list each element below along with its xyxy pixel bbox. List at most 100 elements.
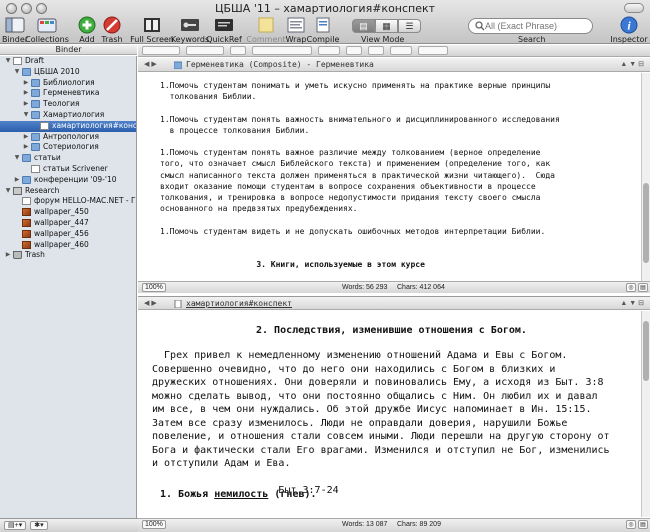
binder-item-label: Сотериология [43,142,99,152]
disclosure-triangle-icon[interactable]: ▶ [4,250,12,261]
binder-item[interactable]: форум HELLO-MAC.NET - Глав... [0,196,136,207]
fold-icon [31,100,40,109]
disclosure-triangle-icon[interactable]: ▶ [22,99,30,110]
binder-item[interactable]: wallpaper_456 [0,229,136,240]
binder-item[interactable]: ▶ Сотериология [0,142,136,153]
binder-item[interactable]: wallpaper_447 [0,218,136,229]
top-split-button[interactable]: ▤ [638,283,648,292]
top-editor-scrollbar[interactable] [641,73,650,281]
disclosure-triangle-icon[interactable]: ▶ [22,132,30,143]
binder-item[interactable]: wallpaper_460 [0,240,136,251]
binder-item[interactable]: ▶ Библиология [0,78,136,89]
top-target-button[interactable]: ◎ [626,283,636,292]
disclosure-triangle-icon[interactable]: ▶ [22,142,30,153]
top-char-count: Chars: 412 064 [397,284,445,291]
fold-icon [22,154,31,163]
top-editor-text[interactable]: 1.Помочь студентам понимать и уметь иску… [138,73,641,281]
view-mode-document-segment[interactable]: ▤ [352,19,375,33]
quickref-icon [214,16,234,34]
text-line: Грех привел к немедленному изменению отн… [152,350,568,361]
full-screen-button[interactable]: Full Screen [130,16,174,44]
trash-button[interactable]: Trash [91,16,133,44]
text-line: в процессе толкования Библии. [160,125,310,135]
alignment-select[interactable] [318,46,340,55]
font-style-select[interactable] [186,46,224,55]
bottom-editor-nav-buttons[interactable]: ▲ ▼ ⊟ [620,297,644,311]
disclosure-triangle-icon[interactable]: ▶ [22,78,30,89]
binder-action-menu-button[interactable]: ✱▾ [30,521,48,530]
binder-item[interactable]: хамартиология#конспект [0,120,136,132]
view-mode-corkboard-segment[interactable]: ▦ [375,19,398,33]
fold-icon [31,132,40,141]
disclosure-triangle-icon[interactable]: ▶ [13,175,21,186]
search-input[interactable] [485,21,585,31]
disclosure-triangle-icon[interactable]: ▼ [13,153,21,164]
search-icon [475,21,485,31]
search-field[interactable] [468,18,593,34]
top-zoom-select[interactable]: 100% [142,283,166,292]
text-line: 1.Помочь студентам видеть и не допускать… [160,226,546,236]
disclosure-triangle-icon[interactable]: ▼ [22,110,30,121]
quickref-button[interactable]: QuickRef [203,16,245,44]
binder-item[interactable]: wallpaper_450 [0,207,136,218]
binder-item[interactable]: ▼ статьи [0,153,136,164]
binder-item-label: статьи [34,153,61,163]
binder-add-menu-button[interactable]: ▤+▾ [4,521,27,530]
subheading-prefix: 1. Божья [160,489,215,500]
toolbar-toggle-button[interactable] [624,3,644,13]
inspector-button[interactable]: i Inspector [608,16,650,44]
bottom-zoom-select[interactable]: 100% [142,520,166,529]
text-line: повеление, и отношения стали совсем иным… [152,431,610,442]
binder-item-label: Антропология [43,131,99,141]
history-arrows[interactable]: ◀ ▶ [144,58,157,72]
text-line: 1.Помочь студентам понимать и уметь иску… [160,81,551,90]
format-bar [138,45,650,57]
binder-item-label: wallpaper_447 [34,217,89,227]
img-icon [22,229,31,238]
top-editor-nav-buttons[interactable]: ▲ ▼ ⊟ [620,58,644,72]
binder-item[interactable]: ▼ Research [0,186,136,197]
img-icon [22,240,31,249]
disclosure-triangle-icon[interactable]: ▼ [4,186,12,197]
list-select[interactable] [418,46,448,55]
binder-item-label: Draft [25,56,44,65]
binder-item[interactable]: ▶ Антропология [0,132,136,143]
compile-button[interactable]: Compile [302,16,344,44]
document-icon [174,300,182,308]
binder-item-label: Хамартиология [43,109,105,119]
highlight-button[interactable] [368,46,384,55]
history-arrows[interactable]: ◀ ▶ [144,297,157,311]
bottom-editor-scrollbar[interactable] [641,311,650,517]
formatting-buttons[interactable] [252,46,312,55]
binder-item[interactable]: ▶ Trash [0,250,136,261]
binder-icon [5,16,25,34]
binder-item[interactable]: статьи Scrivener [0,164,136,175]
font-family-select[interactable] [142,46,180,55]
bottom-split-button[interactable]: ▤ [638,520,648,529]
bottom-target-button[interactable]: ◎ [626,520,636,529]
disclosure-triangle-icon[interactable]: ▼ [13,67,21,78]
binder-item[interactable]: ▼ Хамартиология [0,110,136,121]
text-line: того, что означает смысл Библейского тек… [160,159,551,169]
font-size-select[interactable] [230,46,246,55]
binder-item[interactable]: ▶ Герменевтика [0,88,136,99]
no-entry-icon [102,16,122,34]
text-color-button[interactable] [346,46,362,55]
composite-folder-icon [174,61,182,69]
binder-item[interactable]: ▶ конференции '09-'10 [0,175,136,186]
binder-item[interactable]: ▼ ЦБША 2010 [0,67,136,78]
trash-icon [13,251,22,260]
text-line: Затем все сразу изменилось. Люди не опра… [152,417,568,429]
disclosure-triangle-icon[interactable]: ▼ [4,56,12,67]
collections-button[interactable]: Collections [25,16,69,44]
binder-item[interactable]: ▼ Draft [0,56,136,67]
text-line: смысл написанного текста должен применят… [160,170,555,180]
line-spacing-select[interactable] [390,46,412,55]
text-line: им все, в чем они нуждались. Об этой дру… [152,404,592,415]
info-icon: i [619,16,639,34]
bottom-editor-text[interactable]: 2. Последствия, изменившие отношения с Б… [138,311,641,517]
text-line: 1.Помочь студентам понять важность внима… [160,114,560,124]
view-mode-outline-segment[interactable]: ☰ [398,19,421,33]
binder-item[interactable]: ▶ Теология [0,99,136,110]
disclosure-triangle-icon[interactable]: ▶ [22,88,30,99]
